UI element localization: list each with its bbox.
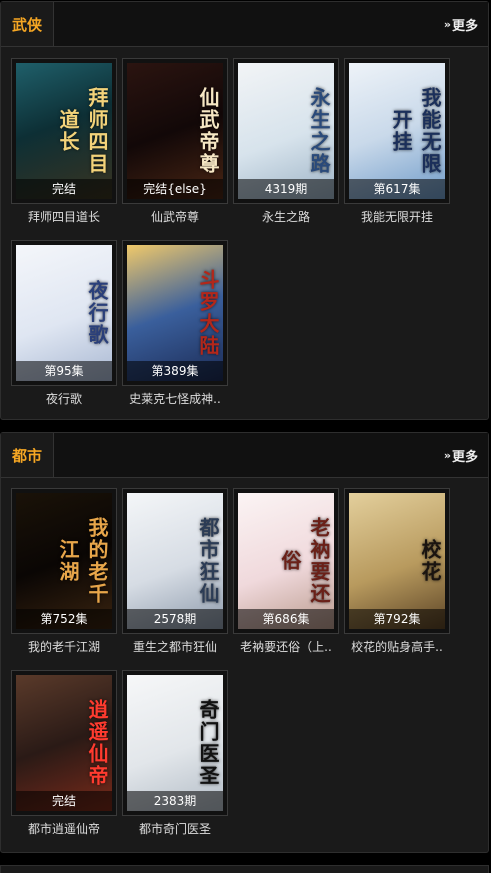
book-item[interactable]: 我的老千江湖 第752集 我的老千江湖 (11, 488, 117, 658)
chevron-right-icon: » (443, 17, 451, 31)
cover-frame: 老衲要还俗 第686集 (233, 488, 339, 634)
cover-title: 都市狂仙 (196, 517, 220, 605)
book-item[interactable]: 老衲要还俗 第686集 老衲要还俗（上.. (233, 488, 339, 658)
section-title: 武侠 (11, 15, 42, 34)
status-badge: 第389集 (127, 361, 223, 381)
book-item[interactable]: 奇门医圣 2383期 都市奇门医圣 (122, 670, 228, 840)
cover-title: 夜行歌 (85, 280, 109, 346)
book-title[interactable]: 都市奇门医圣 (119, 820, 231, 837)
section-tab[interactable]: 都市 (1, 433, 54, 477)
status-badge: 2578期 (127, 609, 223, 629)
section-tab[interactable]: 武侠 (1, 2, 54, 46)
section-header: 都市 » 更多 (1, 433, 488, 478)
status-badge: 第686集 (238, 609, 334, 629)
book-title[interactable]: 我能无限开挂 (341, 208, 453, 225)
cover-title: 仙武帝尊 (196, 87, 220, 175)
book-item[interactable]: 斗罗大陆 第389集 史莱克七怪成神.. (122, 240, 228, 410)
section-dushi: 都市 » 更多 我的老千江湖 第752集 我的老千江湖 都市狂仙 2578期 重生… (0, 432, 489, 853)
cover-title: 我能无限开挂 (389, 87, 442, 175)
book-item[interactable]: 永生之路 4319期 永生之路 (233, 58, 339, 228)
next-section-edge (0, 865, 489, 873)
more-link[interactable]: » 更多 (444, 433, 478, 477)
status-badge: 完结 (16, 179, 112, 199)
book-item[interactable]: 夜行歌 第95集 夜行歌 (11, 240, 117, 410)
cover-title: 拜师四目道长 (56, 87, 109, 175)
cover-frame: 夜行歌 第95集 (11, 240, 117, 386)
cover-frame: 仙武帝尊 完结{else} (122, 58, 228, 204)
cover-frame: 我的老千江湖 第752集 (11, 488, 117, 634)
cover-frame: 拜师四目道长 完结 (11, 58, 117, 204)
cover-title: 奇门医圣 (196, 699, 220, 787)
cover-title: 永生之路 (307, 87, 331, 175)
cover-title: 校花 (418, 539, 442, 583)
cover-frame: 都市狂仙 2578期 (122, 488, 228, 634)
status-badge: 4319期 (238, 179, 334, 199)
status-badge: 第95集 (16, 361, 112, 381)
status-badge: 完结{else} (127, 179, 223, 199)
cover-title: 我的老千江湖 (56, 517, 109, 605)
book-item[interactable]: 仙武帝尊 完结{else} 仙武帝尊 (122, 58, 228, 228)
cover-frame: 逍遥仙帝 完结 (11, 670, 117, 816)
book-title[interactable]: 夜行歌 (8, 390, 120, 407)
book-title[interactable]: 重生之都市狂仙 (119, 638, 231, 655)
book-item[interactable]: 校花 第792集 校花的贴身高手.. (344, 488, 450, 658)
cover-frame: 我能无限开挂 第617集 (344, 58, 450, 204)
book-title[interactable]: 史莱克七怪成神.. (119, 390, 231, 407)
status-badge: 完结 (16, 791, 112, 811)
more-label: 更多 (451, 449, 478, 465)
book-title[interactable]: 我的老千江湖 (8, 638, 120, 655)
book-title[interactable]: 仙武帝尊 (119, 208, 231, 225)
cover-title: 斗罗大陆 (196, 269, 220, 357)
status-badge: 2383期 (127, 791, 223, 811)
more-link[interactable]: » 更多 (444, 2, 478, 46)
cover-frame: 永生之路 4319期 (233, 58, 339, 204)
book-title[interactable]: 永生之路 (230, 208, 342, 225)
book-item[interactable]: 逍遥仙帝 完结 都市逍遥仙帝 (11, 670, 117, 840)
status-badge: 第752集 (16, 609, 112, 629)
section-title: 都市 (11, 446, 42, 465)
chevron-right-icon: » (443, 448, 451, 462)
book-title[interactable]: 校花的贴身高手.. (341, 638, 453, 655)
cover-frame: 斗罗大陆 第389集 (122, 240, 228, 386)
book-item[interactable]: 拜师四目道长 完结 拜师四目道长 (11, 58, 117, 228)
cover-frame: 校花 第792集 (344, 488, 450, 634)
book-item[interactable]: 我能无限开挂 第617集 我能无限开挂 (344, 58, 450, 228)
cover-frame: 奇门医圣 2383期 (122, 670, 228, 816)
book-item[interactable]: 都市狂仙 2578期 重生之都市狂仙 (122, 488, 228, 658)
book-title[interactable]: 拜师四目道长 (8, 208, 120, 225)
book-title[interactable]: 老衲要还俗（上.. (230, 638, 342, 655)
more-label: 更多 (451, 18, 478, 34)
cover-title: 逍遥仙帝 (85, 699, 109, 787)
section-wuxia: 武侠 » 更多 拜师四目道长 完结 拜师四目道长 仙武帝尊 完结{else} 仙武… (0, 1, 489, 420)
section-header: 武侠 » 更多 (1, 2, 488, 47)
book-title[interactable]: 都市逍遥仙帝 (8, 820, 120, 837)
cover-title: 老衲要还俗 (278, 517, 331, 605)
status-badge: 第617集 (349, 179, 445, 199)
status-badge: 第792集 (349, 609, 445, 629)
